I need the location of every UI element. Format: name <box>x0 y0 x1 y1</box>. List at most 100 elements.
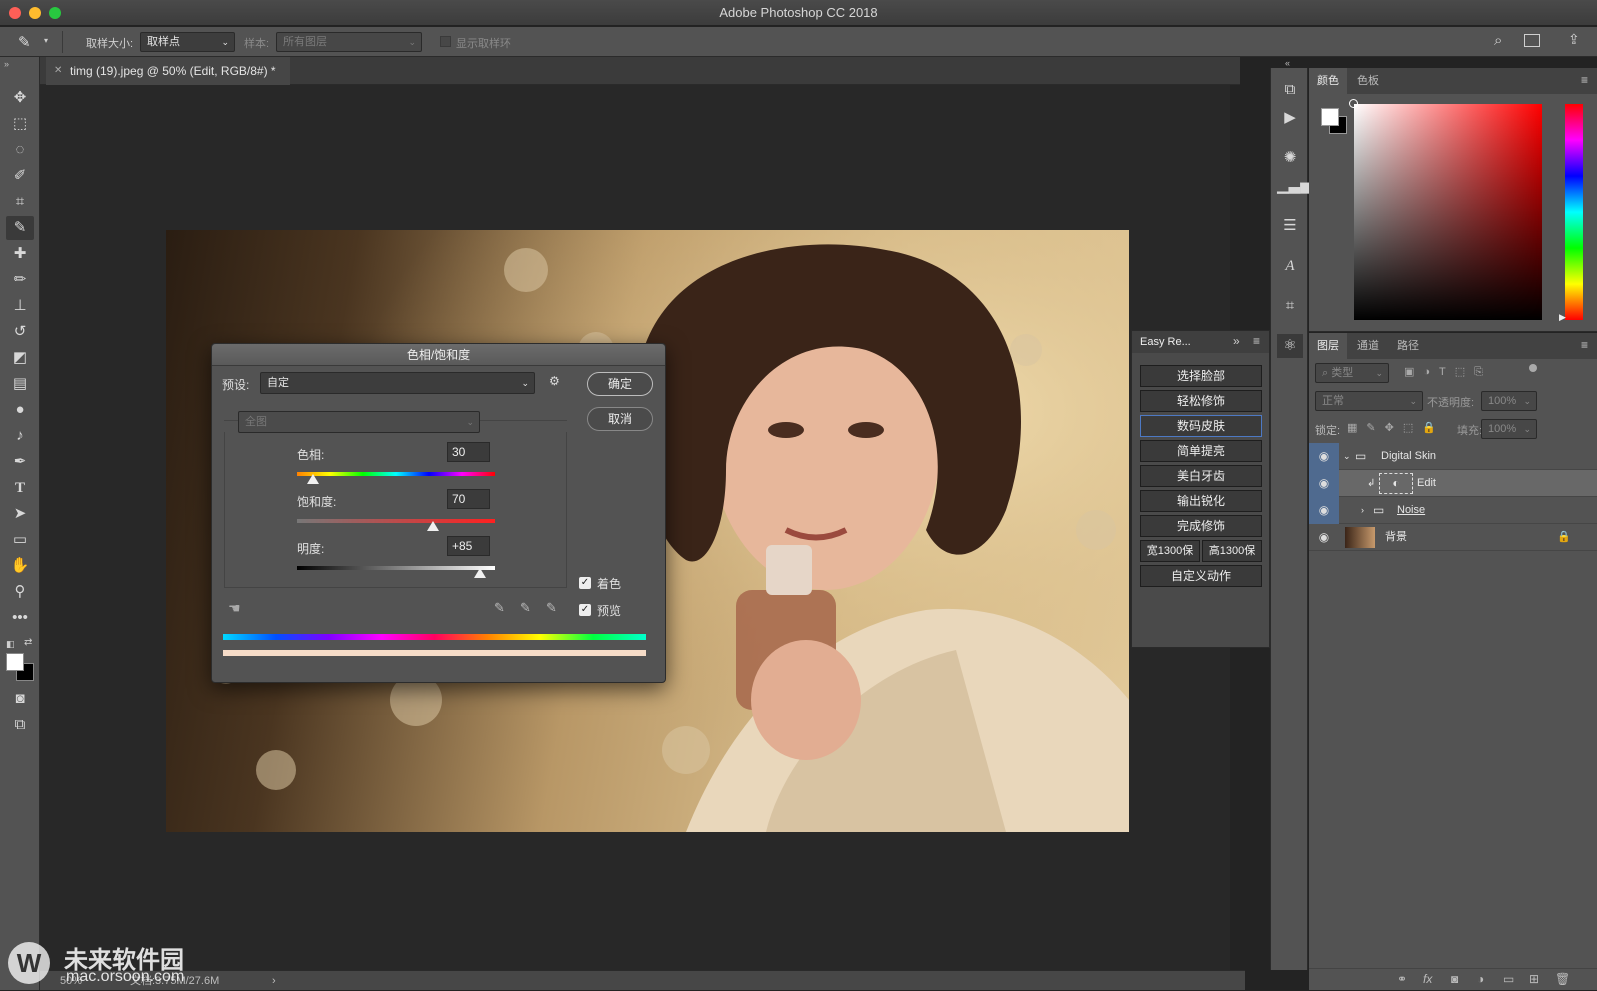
foreground-color-swatch[interactable] <box>1321 108 1339 126</box>
rectangle-tool-icon[interactable]: ▭ <box>6 528 34 552</box>
color-picker-marker[interactable] <box>1349 99 1358 108</box>
tab-layers[interactable]: 图层 <box>1309 333 1347 359</box>
marquee-tool-icon[interactable]: ⬚ <box>6 112 34 136</box>
visibility-toggle[interactable]: ◉ <box>1309 497 1339 524</box>
ok-button[interactable]: 确定 <box>587 372 653 396</box>
sample-size-select[interactable]: 取样点 ⌄ <box>140 32 235 52</box>
hue-marker[interactable]: ▶ <box>1559 312 1566 323</box>
actions-panel-icon[interactable]: ▶ <box>1277 106 1303 130</box>
eyedropper-add-icon[interactable]: ✎ <box>520 600 531 616</box>
plugin-panel-icon[interactable]: ⚛ <box>1277 334 1303 358</box>
type-tool-icon[interactable]: T <box>6 476 34 500</box>
zoom-window-button[interactable] <box>49 7 61 19</box>
expand-panel-icon[interactable]: » <box>1233 334 1240 348</box>
share-icon[interactable]: ⇪ <box>1568 31 1580 48</box>
saturation-slider-track[interactable] <box>297 519 495 523</box>
hue-input[interactable]: 30 <box>447 442 490 462</box>
eyedropper-subtract-icon[interactable]: ✎ <box>546 600 557 616</box>
height-1300-button[interactable]: 高1300保 <box>1202 540 1262 562</box>
saturation-slider-thumb[interactable] <box>426 521 439 531</box>
channel-select[interactable]: 全图 ⌄ <box>238 411 480 433</box>
filter-icons[interactable]: ▣◑T⬚⎘ <box>1404 365 1492 379</box>
clone-stamp-tool-icon[interactable]: ⊥ <box>6 294 34 318</box>
eraser-tool-icon[interactable]: ◩ <box>6 346 34 370</box>
group-expand-icon[interactable]: ⌄ <box>1343 443 1351 470</box>
gradient-tool-icon[interactable]: ▤ <box>6 372 34 396</box>
lightness-input[interactable]: +85 <box>447 536 490 556</box>
layer-filter-select[interactable]: ⌕ 类型 ⌄ <box>1315 363 1389 383</box>
show-ring-checkbox[interactable] <box>440 36 451 47</box>
visibility-toggle[interactable]: ◉ <box>1309 470 1339 497</box>
adjustment-layer-icon[interactable]: ◑ <box>1477 972 1484 986</box>
panel-menu-icon[interactable]: ≡ <box>1253 334 1260 348</box>
eyedropper-tool-icon[interactable]: ✎ <box>18 33 31 51</box>
history-brush-tool-icon[interactable]: ↺ <box>6 320 34 344</box>
collapse-strip-icon[interactable]: « <box>1285 58 1290 68</box>
filter-toggle-icon[interactable] <box>1529 364 1537 372</box>
quick-select-tool-icon[interactable]: ✐ <box>6 164 34 188</box>
whiten-teeth-button[interactable]: 美白牙齿 <box>1140 465 1262 487</box>
panel-menu-icon[interactable]: ≡ <box>1581 338 1588 352</box>
foreground-color-swatch[interactable] <box>6 653 24 671</box>
blur-tool-icon[interactable]: ● <box>6 398 34 422</box>
dodge-tool-icon[interactable]: ♪ <box>6 424 34 448</box>
easy-retouch-button[interactable]: 轻松修饰 <box>1140 390 1262 412</box>
panel-menu-icon[interactable]: ≡ <box>1581 73 1588 87</box>
fx-icon[interactable]: fx <box>1423 972 1432 986</box>
crop-panel-icon[interactable]: ⌗ <box>1277 294 1303 318</box>
character-panel-icon[interactable]: A <box>1277 254 1303 278</box>
tool-preset-chevron-icon[interactable]: ▾ <box>44 36 48 45</box>
fill-input[interactable]: 100% ⌄ <box>1481 419 1537 439</box>
healing-brush-tool-icon[interactable]: ✚ <box>6 242 34 266</box>
add-mask-icon[interactable]: ◙ <box>1451 972 1458 986</box>
workspace-icon[interactable] <box>1524 34 1540 47</box>
lasso-tool-icon[interactable]: ◌ <box>6 138 34 162</box>
path-selection-tool-icon[interactable]: ➤ <box>6 502 34 526</box>
histogram-panel-icon[interactable]: ▁▃▅ <box>1277 174 1312 198</box>
properties-panel-icon[interactable]: ☰ <box>1277 214 1303 238</box>
adjustments-panel-icon[interactable]: ✺ <box>1277 146 1303 170</box>
layer-row-noise[interactable]: ◉ › ▭ Noise <box>1309 497 1597 524</box>
blend-mode-select[interactable]: 正常 ⌄ <box>1315 391 1423 411</box>
tab-channels[interactable]: 通道 <box>1349 333 1387 359</box>
tab-paths[interactable]: 路径 <box>1389 333 1427 359</box>
layer-row-digital-skin[interactable]: ◉ ⌄ ▭ Digital Skin <box>1309 443 1597 470</box>
brush-tool-icon[interactable]: ✏ <box>6 268 34 292</box>
minimize-window-button[interactable] <box>29 7 41 19</box>
visibility-toggle[interactable]: ◉ <box>1309 443 1339 470</box>
cancel-button[interactable]: 取消 <box>587 407 653 431</box>
sample-select[interactable]: 所有图层 ⌄ <box>276 32 422 52</box>
preset-options-gear-icon[interactable]: ⚙ <box>549 374 560 388</box>
swap-colors-icon[interactable]: ⇄ <box>24 637 32 648</box>
saturation-brightness-field[interactable] <box>1354 104 1542 320</box>
output-sharpen-button[interactable]: 输出锐化 <box>1140 490 1262 512</box>
tab-swatches[interactable]: 色板 <box>1349 68 1387 94</box>
layer-row-edit[interactable]: ◉ ↲ ◐ Edit <box>1309 470 1597 497</box>
new-group-icon[interactable]: ▭ <box>1503 972 1514 986</box>
select-face-button[interactable]: 选择脸部 <box>1140 365 1262 387</box>
new-layer-icon[interactable]: ⊞ <box>1529 972 1539 986</box>
eyedropper-icon[interactable]: ✎ <box>494 600 505 616</box>
group-collapse-icon[interactable]: › <box>1361 497 1364 524</box>
close-window-button[interactable] <box>9 7 21 19</box>
hue-strip[interactable] <box>1565 104 1583 320</box>
hue-slider-thumb[interactable] <box>307 474 320 484</box>
lightness-slider-track[interactable] <box>297 566 495 570</box>
custom-action-button[interactable]: 自定义动作 <box>1140 565 1262 587</box>
layer-row-background[interactable]: ◉ 背景 🔒 <box>1309 524 1597 551</box>
preset-select[interactable]: 自定 ⌄ <box>260 372 535 394</box>
search-icon[interactable]: ⌕ <box>1494 32 1502 49</box>
more-tools-icon[interactable]: ••• <box>6 606 34 630</box>
default-colors-icon[interactable]: ◧ <box>6 639 15 650</box>
targeted-adjustment-hand-icon[interactable]: ☚ <box>228 600 241 617</box>
collapse-tools-icon[interactable]: » <box>4 59 9 69</box>
link-layers-icon[interactable]: ⚭ <box>1397 972 1407 986</box>
digital-skin-button[interactable]: 数码皮肤 <box>1140 415 1262 437</box>
zoom-tool-icon[interactable]: ⚲ <box>6 580 34 604</box>
document-tab[interactable]: ✕ timg (19).jpeg @ 50% (Edit, RGB/8#) * <box>46 57 290 85</box>
crop-tool-icon[interactable]: ⌗ <box>6 190 34 214</box>
quick-mask-icon[interactable]: ◙ <box>6 687 34 711</box>
lock-icons[interactable]: ▦✎✥⬚🔒 <box>1347 421 1445 434</box>
eyedropper-tool-icon[interactable]: ✎ <box>6 216 34 240</box>
opacity-input[interactable]: 100% ⌄ <box>1481 391 1537 411</box>
